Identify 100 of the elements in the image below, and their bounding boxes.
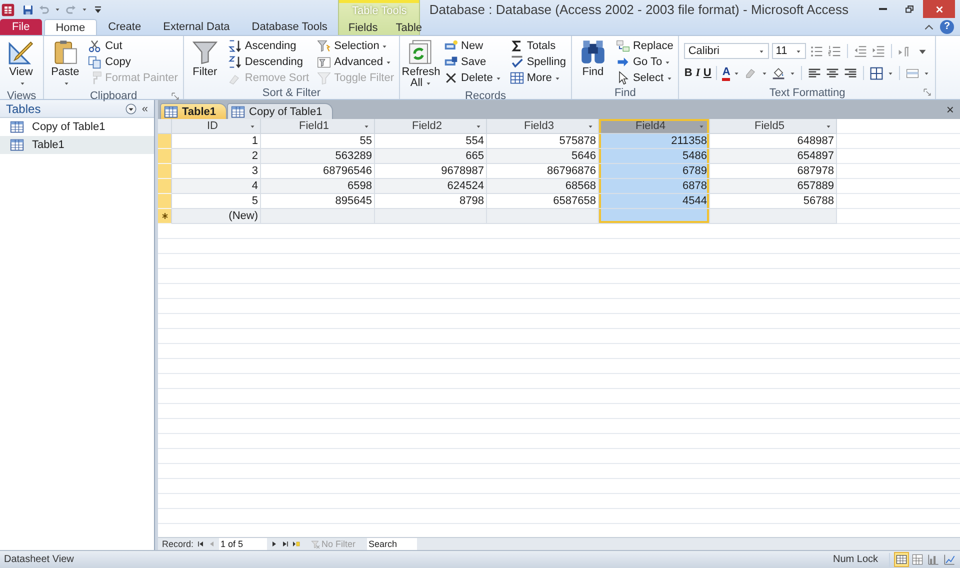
ribbon-button[interactable]: Ascending <box>226 38 312 54</box>
column-header[interactable]: Field4 <box>599 119 710 134</box>
group-label: Clipboard <box>88 90 138 102</box>
font-field[interactable]: Calibri <box>684 43 769 59</box>
view-button[interactable] <box>927 553 940 566</box>
delete-icon <box>444 71 458 85</box>
new-record-icon <box>292 540 300 548</box>
table-cell: 657889 <box>710 179 837 194</box>
ribbon-tab[interactable]: Fields <box>339 20 387 36</box>
ribbon-tab[interactable]: Create <box>97 19 152 35</box>
spelling-check-icon <box>510 55 524 69</box>
save-button[interactable] <box>21 2 35 16</box>
font-size-field[interactable]: 11 <box>772 43 806 59</box>
document-tab[interactable]: Table1 <box>160 103 228 119</box>
ribbon-button[interactable]: View <box>3 38 39 90</box>
group-label: Text Formatting <box>768 86 846 98</box>
ribbon-button[interactable]: Cut <box>86 38 180 54</box>
style-button[interactable]: U <box>703 65 712 81</box>
last-record-button[interactable] <box>280 540 289 548</box>
column-header[interactable]: ID <box>172 119 261 134</box>
collapse-button[interactable]: « <box>142 102 148 114</box>
ribbon-button[interactable]: Replace <box>614 38 676 54</box>
format-button[interactable] <box>869 66 884 80</box>
floppy-icon <box>22 4 34 16</box>
restore-icon <box>904 4 915 14</box>
first-record-icon <box>196 540 205 548</box>
ruler-pencil-icon <box>8 39 34 65</box>
file-tab[interactable]: File <box>0 19 42 35</box>
table-cell: 6878 <box>599 179 710 194</box>
caret-icon <box>664 58 672 66</box>
nav-item[interactable]: Table1 <box>0 136 154 154</box>
asterisk-icon <box>160 212 168 220</box>
ribbon-tab[interactable]: Database Tools <box>240 19 338 35</box>
close-button[interactable]: × <box>940 102 960 117</box>
pivot-table-icon <box>912 554 923 565</box>
table-icon <box>231 104 246 118</box>
group-label: Sort & Filter <box>261 86 322 98</box>
next-record-button[interactable] <box>270 540 278 548</box>
ribbon-tab[interactable]: Table <box>386 20 432 36</box>
ribbon-button[interactable]: Refresh All <box>403 38 440 90</box>
column-header[interactable]: Field5 <box>710 119 837 134</box>
arrow-right-icon <box>616 55 630 69</box>
table-cell: 563289 <box>261 149 375 164</box>
view-button[interactable] <box>911 553 924 566</box>
ribbon-button[interactable]: Select <box>614 70 676 86</box>
ribbon-button[interactable]: Delete <box>442 70 504 86</box>
ribbon-button[interactable]: Find <box>574 38 611 86</box>
document-tab[interactable]: Copy of Table1 <box>227 103 334 119</box>
replace-icon <box>616 39 630 53</box>
caret-icon <box>475 122 482 130</box>
pivot-chart-icon <box>928 554 939 565</box>
ribbon-button[interactable]: Save <box>442 54 504 70</box>
design-view-icon <box>944 554 955 565</box>
row-selector[interactable] <box>158 209 172 224</box>
ribbon-button[interactable]: Spelling <box>508 54 568 70</box>
ribbon-button[interactable]: Filter <box>186 38 223 86</box>
caret-icon <box>249 122 256 130</box>
pane-menu-button[interactable] <box>124 102 138 116</box>
contextual-tab-group: Table Tools <box>339 0 420 20</box>
record-label: Record: <box>162 539 194 549</box>
bullet-list-icon <box>810 44 824 58</box>
column-header[interactable]: Field2 <box>375 119 487 134</box>
nav-item[interactable]: Copy of Table1 <box>0 118 154 136</box>
caret-icon <box>761 70 768 76</box>
last-record-icon <box>280 540 289 548</box>
dialog-launcher-button[interactable] <box>170 92 180 101</box>
new-record-button[interactable] <box>292 540 300 548</box>
ribbon-button[interactable]: New <box>442 38 504 54</box>
ribbon-button[interactable]: Descending <box>226 54 312 70</box>
sort-descending-icon <box>228 55 242 69</box>
dialog-launcher-icon <box>923 88 932 97</box>
caret-icon <box>825 122 832 130</box>
view-button[interactable] <box>943 553 956 566</box>
ribbon-button[interactable]: Selection <box>315 38 396 54</box>
dialog-launcher-button[interactable] <box>923 88 932 97</box>
record-position-field[interactable]: 1 of 5 <box>218 538 267 550</box>
ribbon-button[interactable]: Paste <box>47 38 84 90</box>
close-button[interactable] <box>923 0 955 18</box>
ribbon-button[interactable]: Advanced <box>315 54 396 70</box>
ribbon-button[interactable]: Copy <box>86 54 180 70</box>
column-header[interactable]: Field1 <box>261 119 375 134</box>
grid-icon <box>510 71 524 85</box>
ribbon-button[interactable]: Totals <box>508 38 568 54</box>
table-cell: 654897 <box>710 149 837 164</box>
format-button[interactable] <box>771 66 786 80</box>
caret-icon <box>923 70 930 76</box>
help-button[interactable]: ? <box>940 20 954 34</box>
style-button[interactable]: B <box>684 65 692 81</box>
ribbon-tab[interactable]: External Data <box>152 19 241 35</box>
ribbon-button[interactable]: More <box>508 70 568 86</box>
first-record-button[interactable] <box>196 540 205 548</box>
caret-icon <box>385 58 392 66</box>
font-color-button[interactable]: A <box>722 65 730 81</box>
alternate-row-icon <box>906 66 920 80</box>
style-button[interactable]: I <box>695 65 700 81</box>
ribbon-button[interactable]: Go To <box>614 54 676 70</box>
search-field[interactable]: Search <box>366 538 417 550</box>
ribbon-tab[interactable]: Home <box>44 19 98 35</box>
column-header[interactable]: Field3 <box>487 119 599 134</box>
view-button[interactable] <box>895 553 908 566</box>
